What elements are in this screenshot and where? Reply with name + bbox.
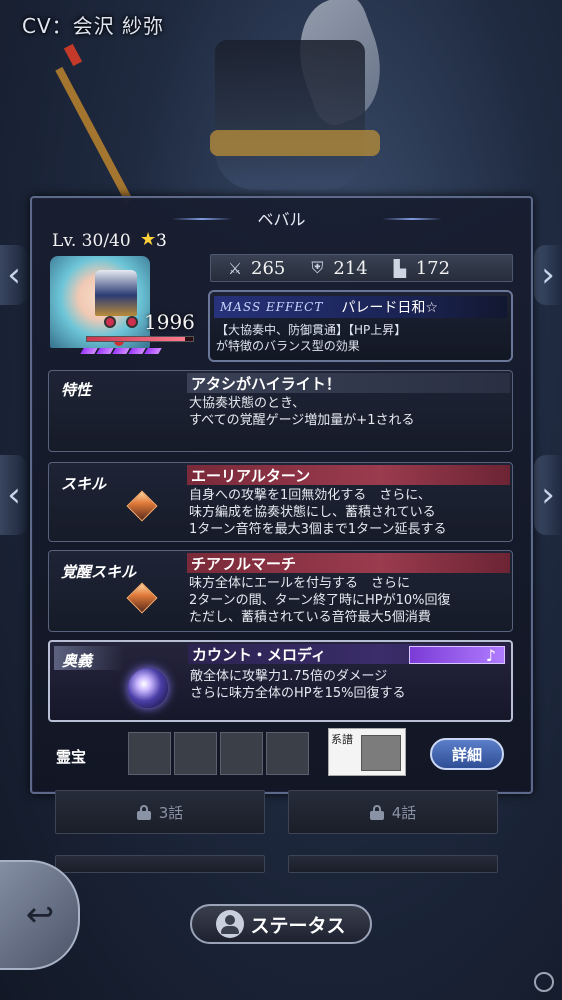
power-value: 1996 xyxy=(144,310,195,334)
mass-effect-name: パレード日和☆ xyxy=(341,300,438,316)
gauge-pip xyxy=(96,348,114,354)
portrait-eye-right xyxy=(126,316,138,328)
treasure-label: 霊宝 xyxy=(56,748,87,766)
awaken-skill-section[interactable]: 覚醒スキル チアフルマーチ 味方全体にエールを付与する さらに 2ターンの間、タ… xyxy=(48,550,513,632)
chapter-3-button[interactable]: 3話 xyxy=(55,790,265,834)
lock-icon xyxy=(369,805,384,820)
treasure-slot[interactable] xyxy=(220,732,263,775)
lineage-slot xyxy=(361,735,401,771)
defense-value: 214 xyxy=(333,257,368,279)
star-icon: ★ xyxy=(140,229,157,250)
speed-stat: ▙ 172 xyxy=(390,257,451,279)
background-staff-tip xyxy=(63,43,83,67)
chapter-button-partial[interactable] xyxy=(55,855,265,873)
skill-crystal-icon xyxy=(125,489,159,523)
awaken-skill-name: チアフルマーチ xyxy=(187,553,510,573)
star-count: 3 xyxy=(156,231,167,251)
mass-effect-desc-line: が特徴のバランス型の効果 xyxy=(216,339,360,353)
treasure-slot[interactable] xyxy=(266,732,309,775)
voice-actor-label: CV：会沢 紗弥 xyxy=(22,14,165,38)
status-button-label: ステータス xyxy=(250,914,346,937)
awaken-crystal-icon xyxy=(125,581,159,615)
awaken-desc-line: 2ターンの間、ターン終了時にHPが10%回復 xyxy=(189,593,451,608)
shield-icon: ⛨ xyxy=(311,258,324,277)
mass-effect-description: 【大協奏中、防御貫通】【HP上昇】 が特徴のバランス型の効果 xyxy=(216,322,406,354)
skill-label: スキル xyxy=(61,475,107,493)
trait-section[interactable]: 特性 アタシがハイライト！ 大協奏状態のとき、 すべての覚醒ゲージ増加量が+1さ… xyxy=(48,370,513,452)
attack-stat: ⚔ 265 xyxy=(225,257,286,279)
crystal-gem xyxy=(126,490,158,522)
background-hat-band xyxy=(210,130,380,156)
prev-arrow-top-icon[interactable]: ‹ xyxy=(0,245,28,305)
awaken-desc-line: 味方全体にエールを付与する さらに xyxy=(189,576,411,591)
defense-stat: ⛨ 214 xyxy=(307,258,367,279)
skill-name: エーリアルターン xyxy=(187,465,510,485)
hp-bar-fill xyxy=(87,337,185,341)
chapter-4-button[interactable]: 4話 xyxy=(288,790,498,834)
music-note-icon: ♪ xyxy=(409,646,505,665)
lineage-label: 系譜 xyxy=(331,733,353,746)
portrait-eye-left xyxy=(104,316,116,328)
ougi-desc-line: 敵全体に攻撃力1.75倍のダメージ xyxy=(190,669,388,684)
attack-value: 265 xyxy=(251,257,286,279)
skill-description: 自身への攻撃を1回無効化する さらに、 味方編成を協奏状態にし、蓄積されている … xyxy=(189,487,506,538)
trait-name: アタシがハイライト！ xyxy=(187,373,510,393)
next-arrow-top-icon[interactable]: › xyxy=(534,245,562,305)
stats-bar: ⚔ 265 ⛨ 214 ▙ 172 xyxy=(210,254,513,282)
mass-effect-header: MASS EFFECT パレード日和☆ xyxy=(214,296,507,318)
ougi-section[interactable]: 奥義 カウント・メロディ ♪ 敵全体に攻撃力1.75倍のダメージ さらに味方全体… xyxy=(48,640,513,722)
treasure-slots xyxy=(128,732,309,775)
watermark-logo-icon xyxy=(534,972,554,992)
chapter-3-label: 3話 xyxy=(158,803,184,822)
background-staff xyxy=(55,66,133,204)
boot-icon: ▙ xyxy=(393,258,406,278)
awaken-skill-label: 覚醒スキル xyxy=(61,563,137,581)
trait-desc-line: すべての覚醒ゲージ増加量が+1される xyxy=(189,413,415,428)
lock-icon xyxy=(136,805,151,820)
awaken-desc-line: ただし、蓄積されている音符最大5個消費 xyxy=(189,610,431,625)
skill-desc-line: 味方編成を協奏状態にし、蓄積されている xyxy=(189,505,436,520)
skill-desc-line: 1ターン音符を最大3個まで1ターン延長する xyxy=(189,522,447,537)
portrait-hat xyxy=(95,270,137,316)
lineage-box[interactable]: 系譜 xyxy=(328,728,406,776)
ougi-description: 敵全体に攻撃力1.75倍のダメージ さらに味方全体のHPを15%回復する xyxy=(190,668,505,702)
treasure-slot[interactable] xyxy=(174,732,217,775)
awaken-gauge xyxy=(80,348,162,354)
trait-label: 特性 xyxy=(61,381,92,399)
character-name: ベバル xyxy=(257,210,306,229)
sword-icon: ⚔ xyxy=(227,258,243,278)
gauge-pip xyxy=(80,348,98,354)
mass-effect-desc-line: 【大協奏中、防御貫通】【HP上昇】 xyxy=(216,323,407,337)
treasure-slot[interactable] xyxy=(128,732,171,775)
trait-desc-line: 大協奏状態のとき、 xyxy=(189,396,306,411)
chapter-button-partial[interactable] xyxy=(288,855,498,873)
ougi-orb-icon xyxy=(128,668,168,708)
awaken-skill-description: 味方全体にエールを付与する さらに 2ターンの間、ターン終了時にHPが10%回復… xyxy=(189,575,506,626)
next-character-icon[interactable]: › xyxy=(534,455,562,535)
hp-bar xyxy=(86,336,194,342)
status-button[interactable]: ステータス xyxy=(190,904,372,944)
chapter-4-label: 4話 xyxy=(391,803,417,822)
prev-character-icon[interactable]: ‹ xyxy=(0,455,28,535)
character-detail-panel: ベバル Lv. 30/40 ★ 3 1996 ⚔ 265 ⛨ 214 ▙ 172… xyxy=(30,196,533,794)
person-icon xyxy=(216,910,245,938)
background-hat xyxy=(215,40,365,190)
gauge-pip xyxy=(128,348,146,354)
character-level: Lv. 30/40 xyxy=(52,231,131,251)
mass-effect-box[interactable]: MASS EFFECT パレード日和☆ 【大協奏中、防御貫通】【HP上昇】 が特… xyxy=(208,290,513,362)
ougi-desc-line: さらに味方全体のHPを15%回復する xyxy=(190,686,406,701)
gauge-pip xyxy=(144,348,162,354)
back-arrow-icon: ↩ xyxy=(25,895,55,935)
mass-effect-label: MASS EFFECT xyxy=(220,300,324,314)
crystal-gem xyxy=(126,582,158,614)
trait-description: 大協奏状態のとき、 すべての覚醒ゲージ増加量が+1される xyxy=(189,395,506,429)
skill-desc-line: 自身への攻撃を1回無効化する さらに、 xyxy=(189,488,431,503)
gauge-pip xyxy=(112,348,130,354)
skill-section[interactable]: スキル エーリアルターン 自身への攻撃を1回無効化する さらに、 味方編成を協奏… xyxy=(48,462,513,542)
character-portrait[interactable] xyxy=(50,256,150,348)
speed-value: 172 xyxy=(415,257,451,279)
detail-button[interactable]: 詳細 xyxy=(430,738,504,770)
ougi-label: 奥義 xyxy=(62,652,93,670)
